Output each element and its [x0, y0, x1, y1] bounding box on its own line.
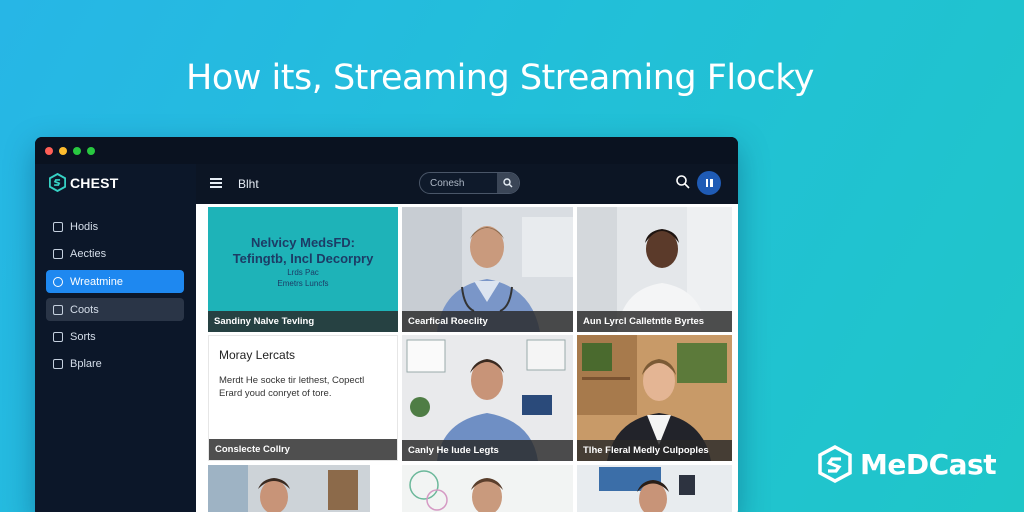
pause-icon: [705, 179, 708, 187]
video-card[interactable]: [208, 465, 370, 512]
article-card[interactable]: Moray Lercats Merdt He socke tir lethest…: [208, 335, 398, 461]
brand-logo: MeDCast: [818, 444, 997, 484]
sidebar-item-label: Bplare: [70, 357, 102, 370]
search-bar[interactable]: Conesh: [419, 172, 520, 194]
brand-icon: [818, 445, 852, 483]
sidebar-item-bplare[interactable]: Bplare: [46, 352, 184, 375]
search-button[interactable]: [497, 173, 519, 193]
content-grid: Nelvicy MedsFD: Tefingtb, Incl Decorpry …: [196, 204, 738, 512]
card-caption: Cearfical Roeclity: [402, 311, 573, 332]
sidebar-item-label: Sorts: [70, 330, 96, 343]
nav-icon: [53, 248, 63, 259]
video-card[interactable]: Canly He lude Legts: [402, 335, 573, 461]
sidebar-item-label: Wreatmine: [70, 275, 123, 288]
card-caption: Aun Lyrcl Calletntle Byrtes: [577, 311, 732, 332]
video-card[interactable]: [577, 465, 732, 512]
sidebar-item-hodis[interactable]: Hodis: [46, 215, 184, 238]
brand-name: MeDCast: [860, 447, 997, 481]
card-caption: Sandiny Nalve Tevling: [208, 311, 398, 332]
sidebar-item-wreatmine[interactable]: Wreatmine: [46, 270, 184, 293]
search-input[interactable]: Conesh: [420, 178, 497, 189]
pause-button[interactable]: [697, 171, 721, 195]
card-caption: Canly He lude Legts: [402, 440, 573, 461]
sidebar-item-aecties[interactable]: Aecties: [46, 242, 184, 265]
nav-icon: [53, 358, 63, 369]
video-card[interactable]: Nelvicy MedsFD: Tefingtb, Incl Decorpry …: [208, 207, 398, 332]
top-bar: Blht Conesh: [196, 164, 738, 204]
sidebar-item-label: Hodis: [70, 220, 99, 233]
nav-icon: [53, 331, 63, 342]
doctor-thumbnail: [208, 465, 370, 512]
nav-icon: [53, 276, 63, 287]
search-icon[interactable]: [675, 174, 691, 190]
window-titlebar: [35, 137, 738, 164]
doctor-thumbnail: [577, 465, 732, 512]
card-title: Moray Lercats: [219, 348, 296, 362]
video-card[interactable]: Cearfical Roeclity: [402, 207, 573, 332]
app-logo[interactable]: CHEST: [49, 173, 118, 192]
close-window-button[interactable]: [45, 146, 53, 155]
card-subtitle: Lrds Pac Emetrs Luncfs: [277, 268, 329, 288]
logo-icon: [49, 173, 66, 192]
hero-headline: How its, Streaming Streaming Flocky: [186, 58, 814, 98]
video-card[interactable]: Tlhe Fleral Medly Culpoples: [577, 335, 732, 461]
page-title: Blht: [238, 177, 259, 191]
sidebar-item-sorts[interactable]: Sorts: [46, 325, 184, 348]
sidebar-item-label: Aecties: [70, 247, 107, 260]
card-title: Nelvicy MedsFD: Tefingtb, Incl Decorpry: [232, 235, 374, 266]
video-card[interactable]: [402, 465, 573, 512]
video-card[interactable]: Aun Lyrcl Calletntle Byrtes: [577, 207, 732, 332]
nav-icon: [53, 221, 63, 232]
search-icon: [503, 178, 513, 188]
sidebar-item-coots[interactable]: Coots: [46, 298, 184, 321]
card-body: Merdt He socke tir lethest, Copectl Erar…: [219, 375, 365, 399]
hamburger-menu-icon[interactable]: [210, 178, 222, 188]
nav-icon: [53, 304, 63, 315]
card-caption: Conslecte Collry: [209, 439, 397, 460]
card-caption: Tlhe Fleral Medly Culpoples: [577, 440, 732, 461]
sidebar: CHEST Hodis Aecties Wreatmine Coots Sort…: [35, 164, 196, 512]
doctor-thumbnail: [402, 465, 573, 512]
app-window: CHEST Hodis Aecties Wreatmine Coots Sort…: [35, 137, 738, 512]
sidebar-item-label: Coots: [70, 303, 99, 316]
minimize-window-button[interactable]: [59, 146, 67, 155]
maximize-window-button[interactable]: [73, 146, 81, 155]
fullscreen-window-button[interactable]: [87, 146, 95, 155]
app-logo-text: CHEST: [70, 174, 119, 191]
